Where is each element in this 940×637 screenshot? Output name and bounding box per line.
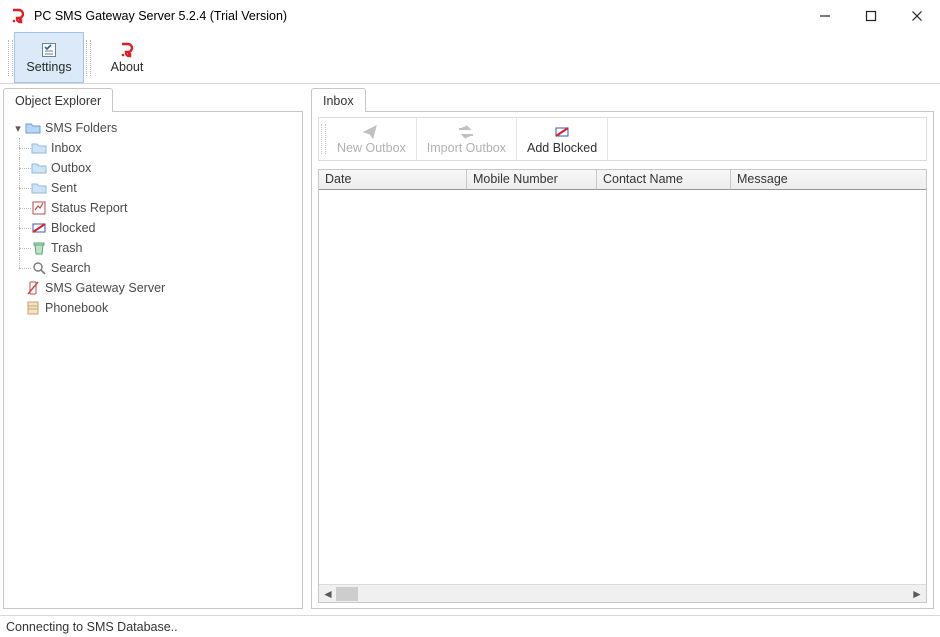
status-bar: Connecting to SMS Database..	[0, 615, 940, 637]
scroll-right-icon[interactable]: ►	[908, 585, 926, 603]
import-outbox-label: Import Outbox	[427, 141, 506, 155]
col-contact-name[interactable]: Contact Name	[597, 170, 731, 190]
toolbar-grip-2	[84, 32, 92, 83]
inbox-toolbar: New Outbox Import Outbox Add Blocked	[318, 117, 927, 161]
settings-icon	[40, 41, 58, 59]
tree-label: Status Report	[51, 201, 127, 215]
tree-status-report[interactable]: Status Report	[31, 198, 299, 218]
add-blocked-icon	[553, 123, 571, 141]
phonebook-icon	[25, 300, 41, 316]
tree-gateway-server[interactable]: SMS Gateway Server	[11, 278, 299, 298]
new-outbox-button[interactable]: New Outbox	[327, 118, 417, 160]
new-outbox-label: New Outbox	[337, 141, 406, 155]
gateway-icon	[25, 280, 41, 296]
tree-sms-folders[interactable]: ▾ SMS Folders	[11, 118, 299, 138]
left-tabs: Object Explorer	[3, 87, 303, 111]
window-title: PC SMS Gateway Server 5.2.4 (Trial Versi…	[34, 9, 802, 23]
tree-phonebook[interactable]: Phonebook	[11, 298, 299, 318]
body: Object Explorer ▾ SMS Folders Inbo	[0, 84, 940, 615]
window-controls	[802, 0, 940, 32]
maximize-button[interactable]	[848, 0, 894, 32]
right-tabs: Inbox	[311, 87, 934, 111]
app-icon	[10, 8, 26, 24]
status-text: Connecting to SMS Database..	[6, 620, 178, 634]
trash-icon	[31, 240, 47, 256]
folder-icon	[25, 120, 41, 136]
title-bar: PC SMS Gateway Server 5.2.4 (Trial Versi…	[0, 0, 940, 32]
about-icon	[119, 41, 135, 59]
tree-blocked[interactable]: Blocked	[31, 218, 299, 238]
main-toolbar: Settings About	[0, 32, 940, 84]
col-mobile-number[interactable]: Mobile Number	[467, 170, 597, 190]
tab-inbox[interactable]: Inbox	[311, 88, 366, 112]
tree-sent[interactable]: Sent	[31, 178, 299, 198]
tree-label: Inbox	[51, 141, 82, 155]
new-outbox-icon	[362, 123, 380, 141]
tree-trash[interactable]: Trash	[31, 238, 299, 258]
import-outbox-button[interactable]: Import Outbox	[417, 118, 517, 160]
scroll-left-icon[interactable]: ◄	[319, 585, 337, 603]
col-message[interactable]: Message	[731, 170, 926, 190]
tree-label: Search	[51, 261, 91, 275]
import-outbox-icon	[456, 123, 476, 141]
grid-header: Date Mobile Number Contact Name Message	[319, 170, 926, 190]
blocked-icon	[31, 220, 47, 236]
message-grid: Date Mobile Number Contact Name Message …	[318, 169, 927, 603]
settings-button[interactable]: Settings	[14, 32, 84, 83]
tree-label: SMS Gateway Server	[45, 281, 165, 295]
left-panel: Object Explorer ▾ SMS Folders Inbo	[0, 84, 307, 615]
tree-outbox[interactable]: Outbox	[31, 158, 299, 178]
sent-icon	[31, 180, 47, 196]
right-panel: Inbox New Outbox Import Outbox Add Block…	[307, 84, 940, 615]
toolbar-grip	[6, 32, 14, 83]
tree-label: Sent	[51, 181, 77, 195]
object-explorer-pane: ▾ SMS Folders Inbox Outbox	[3, 111, 303, 609]
tree-label: SMS Folders	[45, 121, 117, 135]
add-blocked-button[interactable]: Add Blocked	[517, 118, 608, 160]
expand-icon[interactable]: ▾	[11, 122, 25, 135]
tree-inbox[interactable]: Inbox	[31, 138, 299, 158]
tree-label: Outbox	[51, 161, 91, 175]
tree-label: Blocked	[51, 221, 95, 235]
status-report-icon	[31, 200, 47, 216]
settings-label: Settings	[26, 60, 71, 74]
about-button[interactable]: About	[92, 32, 162, 83]
inbox-icon	[31, 140, 47, 156]
horizontal-scrollbar[interactable]: ◄ ►	[319, 584, 926, 602]
tree-label: Trash	[51, 241, 83, 255]
close-button[interactable]	[894, 0, 940, 32]
search-icon	[31, 260, 47, 276]
col-date[interactable]: Date	[319, 170, 467, 190]
scroll-thumb[interactable]	[336, 587, 358, 601]
inbox-pane: New Outbox Import Outbox Add Blocked Dat…	[311, 111, 934, 609]
minimize-button[interactable]	[802, 0, 848, 32]
tree-label: Phonebook	[45, 301, 108, 315]
tree-search[interactable]: Search	[31, 258, 299, 278]
inbox-toolbar-grip	[319, 118, 327, 160]
about-label: About	[111, 60, 144, 74]
outbox-icon	[31, 160, 47, 176]
tab-object-explorer[interactable]: Object Explorer	[3, 88, 113, 112]
grid-body	[319, 190, 926, 584]
add-blocked-label: Add Blocked	[527, 141, 597, 155]
